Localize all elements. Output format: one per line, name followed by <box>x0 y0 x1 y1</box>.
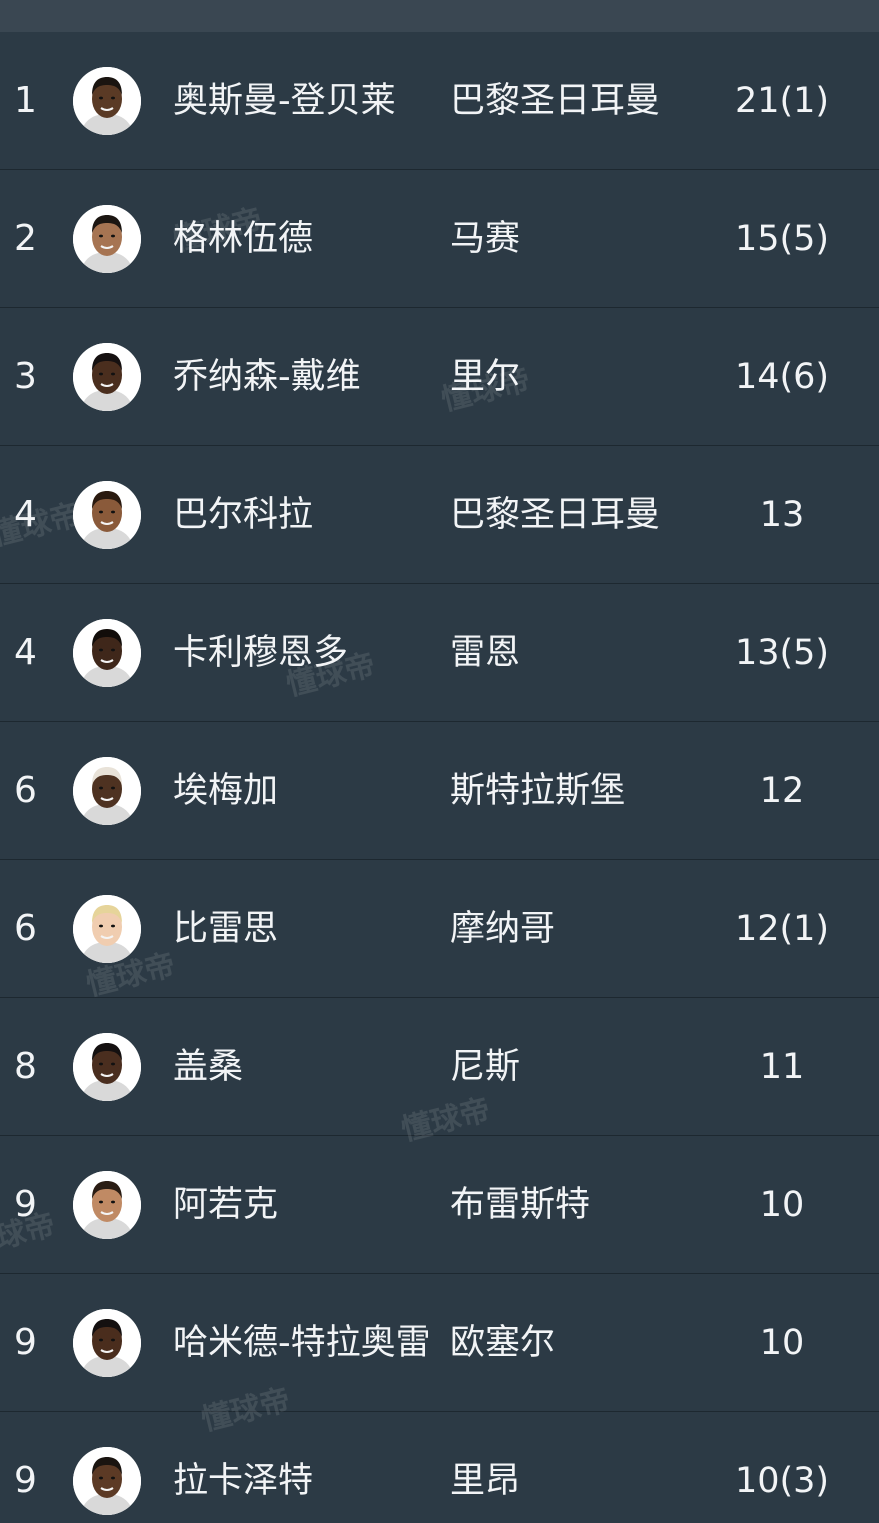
team-name[interactable]: 巴黎圣日耳曼 <box>450 446 660 584</box>
rank-number: 6 <box>14 908 37 949</box>
team-name[interactable]: 斯特拉斯堡 <box>450 722 625 860</box>
table-row[interactable]: 2 格林伍德 马赛 15(5) <box>0 170 879 308</box>
top-bar <box>0 0 879 32</box>
player-avatar[interactable] <box>73 619 141 687</box>
goals-count: 10(3) <box>734 1461 830 1501</box>
player-avatar[interactable] <box>73 67 141 135</box>
rank-number: 4 <box>14 632 37 673</box>
player-avatar[interactable] <box>73 481 141 549</box>
rank-number: 4 <box>14 494 37 535</box>
player-name[interactable]: 卡利穆恩多 <box>173 584 348 722</box>
table-row[interactable]: 8 盖桑 尼斯 11 <box>0 998 879 1136</box>
table-row[interactable]: 9 哈米德-特拉奥雷 欧塞尔 10 <box>0 1274 879 1412</box>
goals-count: 10 <box>759 1323 805 1363</box>
player-name[interactable]: 乔纳森-戴维 <box>173 308 361 446</box>
player-name[interactable]: 奥斯曼-登贝莱 <box>173 32 396 170</box>
team-name[interactable]: 里昂 <box>450 1412 520 1523</box>
rank-number: 9 <box>14 1460 37 1501</box>
goals-count: 15(5) <box>734 219 830 259</box>
player-avatar[interactable] <box>73 1309 141 1377</box>
player-avatar[interactable] <box>73 757 141 825</box>
rank-number: 9 <box>14 1322 37 1363</box>
rank-number: 9 <box>14 1184 37 1225</box>
player-avatar[interactable] <box>73 343 141 411</box>
player-avatar[interactable] <box>73 895 141 963</box>
table-row[interactable]: 1 奥斯曼-登贝莱 巴黎圣日耳曼 21(1) <box>0 32 879 170</box>
goals-count: 13(5) <box>734 633 830 673</box>
player-name[interactable]: 阿若克 <box>173 1136 278 1274</box>
player-name[interactable]: 拉卡泽特 <box>173 1412 313 1523</box>
player-name[interactable]: 哈米德-特拉奥雷 <box>173 1274 431 1412</box>
team-name[interactable]: 雷恩 <box>450 584 520 722</box>
table-row[interactable]: 6 比雷思 摩纳哥 12(1) <box>0 860 879 998</box>
team-name[interactable]: 尼斯 <box>450 998 520 1136</box>
goals-count: 11 <box>759 1047 805 1087</box>
player-avatar[interactable] <box>73 1447 141 1515</box>
table-row[interactable]: 4 巴尔科拉 巴黎圣日耳曼 13 <box>0 446 879 584</box>
team-name[interactable]: 摩纳哥 <box>450 860 555 998</box>
player-avatar[interactable] <box>73 1171 141 1239</box>
table-row[interactable]: 3 乔纳森-戴维 里尔 14(6) <box>0 308 879 446</box>
team-name[interactable]: 里尔 <box>450 308 520 446</box>
rank-number: 6 <box>14 770 37 811</box>
table-row[interactable]: 9 阿若克 布雷斯特 10 <box>0 1136 879 1274</box>
player-name[interactable]: 比雷思 <box>173 860 278 998</box>
player-avatar[interactable] <box>73 1033 141 1101</box>
goals-count: 10 <box>759 1185 805 1225</box>
rank-number: 8 <box>14 1046 37 1087</box>
player-avatar[interactable] <box>73 205 141 273</box>
goals-count: 12(1) <box>734 909 830 949</box>
rank-number: 3 <box>14 356 37 397</box>
table-row[interactable]: 9 拉卡泽特 里昂 10(3) <box>0 1412 879 1523</box>
player-name[interactable]: 格林伍德 <box>173 170 313 308</box>
table-row[interactable]: 6 埃梅加 斯特拉斯堡 12 <box>0 722 879 860</box>
rank-number: 2 <box>14 218 37 259</box>
team-name[interactable]: 巴黎圣日耳曼 <box>450 32 660 170</box>
goals-count: 21(1) <box>734 81 830 121</box>
team-name[interactable]: 布雷斯特 <box>450 1136 590 1274</box>
rank-number: 1 <box>14 80 37 121</box>
player-name[interactable]: 盖桑 <box>173 998 243 1136</box>
team-name[interactable]: 欧塞尔 <box>450 1274 555 1412</box>
table-row[interactable]: 4 卡利穆恩多 雷恩 13(5) <box>0 584 879 722</box>
player-name[interactable]: 巴尔科拉 <box>173 446 313 584</box>
goals-count: 13 <box>759 495 805 535</box>
goals-count: 14(6) <box>734 357 830 397</box>
team-name[interactable]: 马赛 <box>450 170 520 308</box>
scorer-list: 1 奥斯曼-登贝莱 巴黎圣日耳曼 21(1) 2 格林伍德 马赛 15(5) 3 乔纳森-戴维 里尔… <box>0 32 879 1523</box>
player-name[interactable]: 埃梅加 <box>173 722 278 860</box>
goals-count: 12 <box>759 771 805 811</box>
